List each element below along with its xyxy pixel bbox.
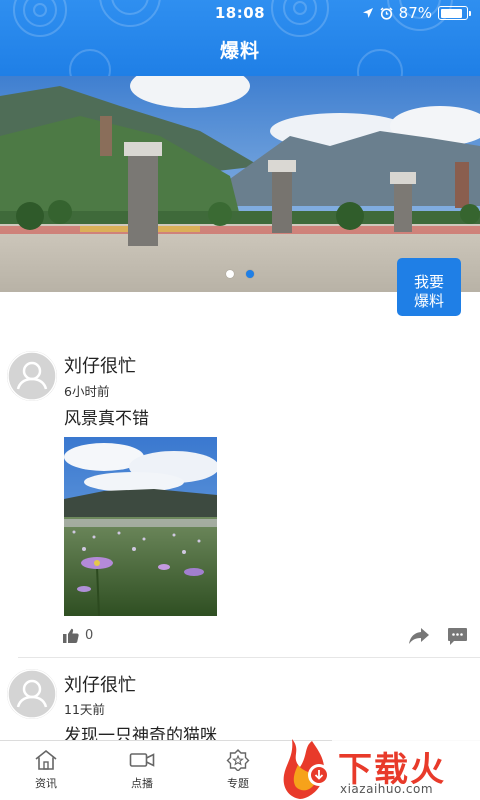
report-news-button[interactable]: 我要 爆料 <box>397 258 461 316</box>
battery-icon <box>438 6 471 20</box>
home-icon <box>35 749 57 770</box>
post-time: 11天前 <box>64 702 105 717</box>
badge-icon <box>226 749 250 771</box>
meadow-flower-photo <box>64 437 217 616</box>
share-icon[interactable] <box>409 628 429 644</box>
comment-icon[interactable] <box>448 628 467 645</box>
carousel-dot[interactable] <box>246 270 254 278</box>
thumbs-up-icon <box>63 628 79 643</box>
watermark-domain: xiazaihuo.com <box>340 782 434 796</box>
location-arrow-icon <box>362 8 373 18</box>
post-author[interactable]: 刘仔很忙 <box>64 671 136 697</box>
nav-item-vod[interactable]: 点播 <box>102 749 182 791</box>
nav-label-news: 资讯 <box>35 777 57 790</box>
nav-label-vod: 点播 <box>131 777 153 790</box>
like-count: 0 <box>85 628 94 643</box>
nav-item-news[interactable]: 资讯 <box>6 749 86 791</box>
alarm-clock-icon <box>380 6 393 20</box>
post-time: 6小时前 <box>64 384 110 399</box>
status-bar: 18:08 87% <box>0 0 480 26</box>
report-button-line1: 我要 <box>413 273 444 291</box>
report-button-line2: 爆料 <box>413 292 444 310</box>
avatar[interactable] <box>7 351 57 401</box>
nav-item-topics[interactable]: 专题 <box>198 749 278 791</box>
nav-label-topics: 专题 <box>227 777 249 790</box>
like-button[interactable]: 0 <box>63 628 93 643</box>
user-icon <box>7 351 57 401</box>
video-icon <box>129 753 155 767</box>
carousel-dot[interactable] <box>226 270 234 278</box>
app-header: 18:08 87% 爆料 <box>0 0 480 76</box>
page-title: 爆料 <box>219 40 260 62</box>
post-divider <box>18 657 480 658</box>
avatar[interactable] <box>7 669 57 719</box>
post-photo[interactable] <box>64 437 217 616</box>
post-text: 风景真不错 <box>64 409 149 429</box>
status-indicators: 87% <box>362 4 471 22</box>
user-icon <box>7 669 57 719</box>
battery-percent: 87% <box>398 4 432 22</box>
post-author[interactable]: 刘仔很忙 <box>64 352 136 378</box>
